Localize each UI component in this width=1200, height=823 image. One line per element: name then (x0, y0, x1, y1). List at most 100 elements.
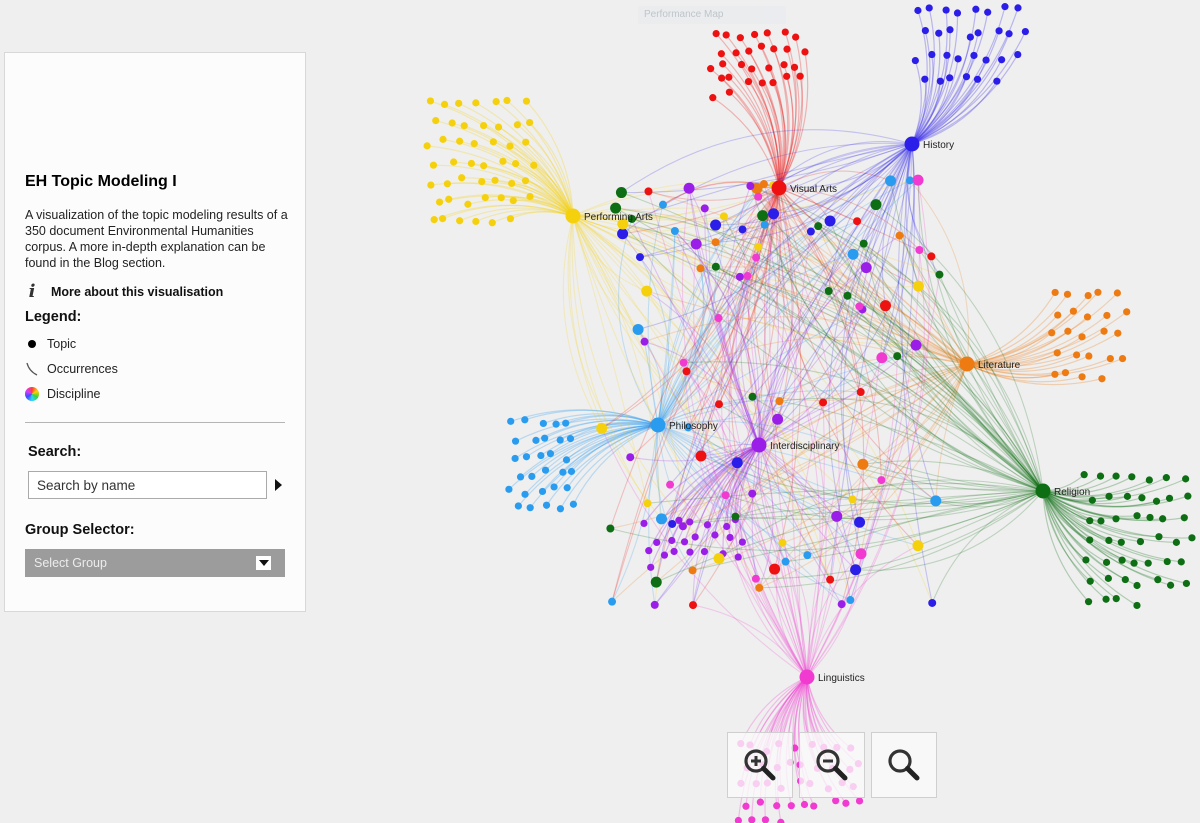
topic-node (429, 161, 438, 169)
discipline-hub-visual-arts (771, 180, 787, 196)
topic-node (712, 29, 720, 38)
shared-topic-node (670, 226, 679, 235)
search-submit-arrow-icon[interactable] (275, 479, 282, 491)
topic-node (450, 158, 458, 166)
topic-node (842, 799, 850, 807)
shared-topic-node (668, 519, 677, 528)
topic-node (562, 419, 570, 427)
topic-node (738, 538, 746, 546)
info-icon: i (28, 281, 36, 302)
shared-topic-node (831, 510, 843, 522)
shared-topic-node (666, 480, 675, 489)
shared-topic-node (721, 491, 730, 500)
topic-node (725, 88, 734, 96)
legend-item-topic: Topic (25, 337, 76, 351)
topic-node (552, 420, 560, 428)
topic-node (514, 502, 522, 510)
shared-topic-node (754, 242, 763, 251)
group-selector-title: Group Selector: (25, 522, 135, 538)
shared-topic-node (752, 253, 761, 262)
topic-node (718, 74, 726, 82)
more-about-link[interactable]: i More about this visualisation (25, 281, 224, 302)
topic-node (723, 522, 731, 531)
topic-node (966, 33, 974, 41)
shared-topic-node (714, 400, 723, 409)
topic-node (1085, 352, 1093, 360)
topic-node (1078, 373, 1086, 381)
discipline-label: Literature (978, 360, 1021, 371)
zoom-out-button[interactable] (799, 732, 865, 798)
topic-node (521, 490, 529, 498)
topic-node (567, 467, 576, 476)
info-panel: EH Topic Modeling I A visualization of t… (4, 52, 306, 612)
topic-node (563, 484, 571, 492)
shared-topic-node (824, 215, 836, 227)
topic-node (427, 181, 435, 189)
topic-node (1084, 291, 1092, 300)
topic-node (478, 178, 486, 186)
topic-node (1180, 514, 1188, 522)
topic-node (1112, 472, 1120, 480)
shared-topic-node (714, 314, 723, 323)
topic-node (1146, 513, 1154, 522)
topic-node (426, 97, 435, 105)
discipline-label: Interdisciplinary (770, 441, 839, 452)
legend-item-discipline: Discipline (25, 387, 101, 401)
topic-node (472, 99, 480, 107)
group-select-dropdown[interactable]: Select Group (25, 549, 285, 577)
topic-node (691, 533, 699, 541)
topic-node (443, 180, 452, 188)
shared-topic-node (641, 285, 653, 297)
topic-node (686, 548, 694, 556)
search-input[interactable] (28, 471, 267, 499)
topic-node (921, 75, 929, 83)
discipline-label: Religion (1054, 487, 1090, 498)
shared-topic-node (781, 557, 790, 566)
topic-node (464, 200, 472, 208)
discipline-label: Philosophy (669, 421, 718, 432)
topic-node (1078, 333, 1086, 341)
topic-node (758, 79, 766, 87)
topic-node (505, 485, 513, 493)
topic-node (984, 8, 992, 16)
topic-node (946, 26, 954, 34)
shared-topic-node (635, 253, 644, 262)
topic-node (974, 29, 982, 37)
topic-node (1094, 288, 1102, 296)
shared-topic-node (688, 566, 697, 575)
legend-item-occurrences: Occurrences (25, 362, 118, 376)
topic-node (1001, 3, 1009, 11)
shared-topic-node (710, 219, 722, 231)
discipline-label: Linguistics (818, 673, 865, 684)
topic-node (439, 135, 447, 143)
shared-topic-node (719, 212, 728, 221)
topic-node (522, 138, 530, 146)
topic-node (1121, 575, 1129, 584)
topic-node (1184, 492, 1192, 500)
zoom-reset-button[interactable] (871, 732, 937, 798)
discipline-label: History (923, 140, 954, 151)
topic-node (1163, 557, 1171, 566)
topic-node (432, 116, 440, 125)
shared-topic-node (690, 238, 702, 250)
topic-node (1177, 558, 1185, 566)
topic-node (1063, 290, 1072, 298)
zoom-in-button[interactable] (727, 732, 793, 798)
topic-node (737, 60, 746, 69)
occurrence-link (692, 604, 808, 678)
shared-topic-node (751, 574, 760, 583)
topic-node (539, 419, 547, 428)
topic-node (773, 802, 781, 810)
topic-node (1103, 311, 1111, 320)
topic-node (1005, 30, 1013, 38)
shared-topic-node (626, 453, 635, 462)
topic-node (744, 77, 753, 86)
topic-node (522, 453, 531, 461)
topic-node (1086, 577, 1094, 585)
topic-node (546, 450, 555, 458)
topic-node (921, 26, 929, 35)
topic-node (1165, 494, 1174, 502)
topic-node (751, 30, 759, 39)
shared-topic-node (757, 210, 769, 222)
topic-node (928, 50, 936, 59)
